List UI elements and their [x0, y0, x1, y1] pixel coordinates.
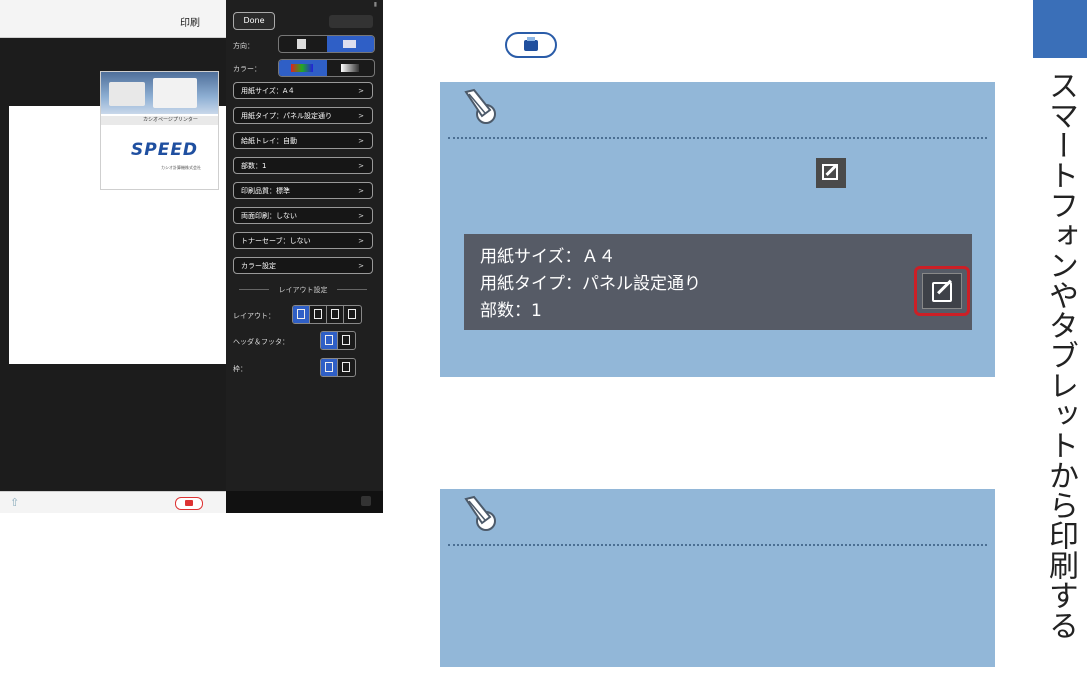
- layout-4up-option[interactable]: [344, 306, 361, 323]
- color-segment[interactable]: [278, 59, 375, 77]
- page-icon: [342, 335, 350, 345]
- document-thumbnail: カシオページプリンター SPEED カシオ計算機株式会社: [100, 71, 219, 190]
- menu-label: 両面印刷：しない: [241, 212, 297, 220]
- doc-logo: SPEED: [131, 140, 199, 160]
- layout-2up-option[interactable]: [310, 306, 327, 323]
- header-footer-on-option[interactable]: [321, 332, 338, 349]
- chevron-right-icon: >: [358, 87, 364, 95]
- portrait-icon: [297, 39, 306, 49]
- frame-segment[interactable]: [320, 358, 356, 377]
- portrait-option[interactable]: [279, 36, 327, 52]
- page-icon: [342, 362, 350, 372]
- settings-line-paper-type: 用紙タイプ：パネル設定通り: [480, 274, 701, 294]
- dotted-divider: [448, 137, 987, 139]
- frame-off-option[interactable]: [338, 359, 355, 376]
- print-settings-panel: ▮ Done 方向： カラー： 用紙サイズ：A４ > 用紙タイプ：パネル設定通り >…: [226, 0, 383, 513]
- landscape-option[interactable]: [326, 36, 374, 52]
- page-icon: [325, 362, 333, 372]
- memo-box: 用紙サイズ：Ａ４ 用紙タイプ：パネル設定通り 部数：1: [440, 82, 995, 377]
- menu-label: カラー設定: [241, 262, 276, 270]
- menu-label: 用紙サイズ：A４: [241, 87, 295, 95]
- preview-toolbar: ⇧: [0, 491, 226, 513]
- layout-label: レイアウト：: [233, 312, 275, 320]
- memo-box: [440, 489, 995, 667]
- layout-icon: [314, 309, 322, 319]
- header-footer-segment[interactable]: [320, 331, 356, 350]
- edit-icon: [816, 158, 846, 188]
- mono-option[interactable]: [327, 60, 375, 76]
- doc-footer: カシオ計算機株式会社: [161, 165, 201, 170]
- layout-icon: [297, 309, 305, 319]
- duplex-button[interactable]: 両面印刷：しない >: [233, 207, 373, 224]
- doc-banner-image: [101, 72, 218, 114]
- preview-title: 印刷: [180, 18, 200, 29]
- chevron-right-icon: >: [358, 137, 364, 145]
- chapter-title: スマートフォンやタブレットから印刷する: [1043, 70, 1078, 640]
- mono-icon: [340, 64, 359, 72]
- page-icon: [325, 335, 333, 345]
- chapter-tab: [1033, 0, 1087, 58]
- header-footer-label: ヘッダ＆フッタ：: [233, 338, 289, 346]
- color-option[interactable]: [279, 60, 327, 76]
- header-footer-off-option[interactable]: [338, 332, 355, 349]
- settings-summary-panel: 用紙サイズ：Ａ４ 用紙タイプ：パネル設定通り 部数：1: [464, 234, 972, 330]
- preview-header: 印刷: [0, 0, 226, 38]
- share-icon[interactable]: ⇧: [10, 496, 19, 509]
- menu-label: トナーセーブ：しない: [241, 237, 311, 245]
- layout-1up-option[interactable]: [293, 306, 310, 323]
- layout-icon: [331, 309, 339, 319]
- layout-section-title: レイアウト設定: [233, 285, 373, 295]
- menu-label: 給紙トレイ：自動: [241, 137, 297, 145]
- print-icon[interactable]: [175, 497, 203, 510]
- phone-screenshot: 印刷 カシオページプリンター SPEED カシオ計算機株式会社 ⇧ ▮ Done…: [0, 0, 383, 513]
- color-icon: [291, 64, 313, 72]
- paper-tray-button[interactable]: 給紙トレイ：自動 >: [233, 132, 373, 149]
- printer-image: [109, 82, 145, 106]
- edit-icon[interactable]: [922, 273, 962, 309]
- settings-line-copies: 部数：1: [480, 301, 542, 321]
- memo-pencil-icon: [464, 88, 496, 124]
- layout-2up-vertical-option[interactable]: [327, 306, 344, 323]
- chevron-right-icon: >: [358, 187, 364, 195]
- dotted-divider: [448, 544, 987, 546]
- toner-save-button[interactable]: トナーセーブ：しない >: [233, 232, 373, 249]
- orientation-segment[interactable]: [278, 35, 375, 53]
- battery-icon: ▮: [373, 1, 377, 8]
- memo-pencil-icon: [464, 495, 496, 531]
- color-label: カラー：: [233, 65, 261, 73]
- orientation-label: 方向：: [233, 42, 254, 50]
- frame-label: 枠：: [233, 365, 247, 373]
- chevron-right-icon: >: [358, 212, 364, 220]
- print-quality-button[interactable]: 印刷品質：標準 >: [233, 182, 373, 199]
- menu-label: 用紙タイプ：パネル設定通り: [241, 112, 332, 120]
- toolbar-button[interactable]: [329, 15, 373, 28]
- settings-line-paper-size: 用紙サイズ：Ａ４: [480, 247, 616, 267]
- home-icon[interactable]: [361, 496, 371, 506]
- chevron-right-icon: >: [358, 162, 364, 170]
- menu-label: 部数：1: [241, 162, 267, 170]
- copies-button[interactable]: 部数：1 >: [233, 157, 373, 174]
- doc-bar-text: カシオページプリンター: [101, 116, 218, 125]
- chevron-right-icon: >: [358, 262, 364, 270]
- layout-icon: [348, 309, 356, 319]
- paper-size-button[interactable]: 用紙サイズ：A４ >: [233, 82, 373, 99]
- done-button[interactable]: Done: [233, 12, 275, 30]
- landscape-icon: [342, 40, 356, 48]
- chevron-right-icon: >: [358, 112, 364, 120]
- menu-label: 印刷品質：標準: [241, 187, 290, 195]
- frame-on-option[interactable]: [321, 359, 338, 376]
- chevron-right-icon: >: [358, 237, 364, 245]
- panel-bottom-bar: [226, 491, 383, 513]
- printer-image: [153, 78, 197, 108]
- layout-segment[interactable]: [292, 305, 362, 324]
- color-settings-button[interactable]: カラー設定 >: [233, 257, 373, 274]
- print-button-icon: [505, 32, 557, 58]
- paper-type-button[interactable]: 用紙タイプ：パネル設定通り >: [233, 107, 373, 124]
